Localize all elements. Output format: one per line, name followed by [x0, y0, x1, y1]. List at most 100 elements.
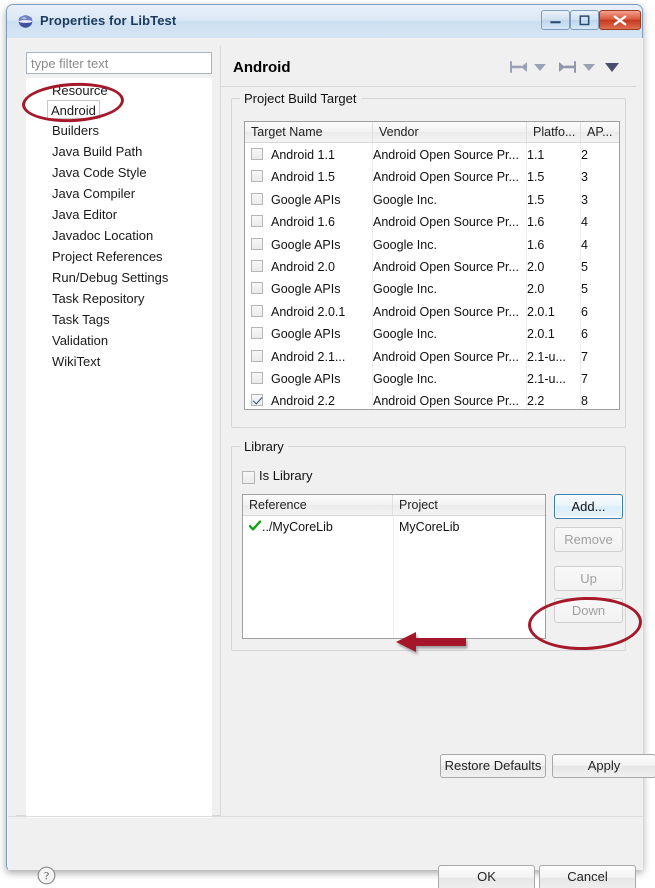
cell-platform: 1.6: [527, 237, 545, 252]
cell-api: 6: [581, 327, 588, 342]
column-header-reference[interactable]: Reference: [243, 495, 393, 515]
build-target-table[interactable]: Target Name Vendor Platfo... AP... Andro…: [244, 121, 620, 410]
cancel-button[interactable]: Cancel: [539, 865, 636, 888]
sidebar-item-java-code-style[interactable]: Java Code Style: [49, 163, 150, 182]
add-button[interactable]: Add...: [554, 494, 623, 519]
sidebar-item-builders[interactable]: Builders: [49, 121, 102, 140]
cell-target-name: Android 1.1: [271, 148, 335, 162]
column-header-vendor[interactable]: Vendor: [373, 122, 527, 142]
column-header-platform[interactable]: Platfo...: [527, 122, 581, 142]
cell-target-name: Android 2.0.1: [271, 304, 346, 319]
sidebar-item-android[interactable]: Android: [47, 100, 100, 119]
minimize-button[interactable]: [541, 10, 570, 30]
sidebar-item-task-repository[interactable]: Task Repository: [49, 289, 147, 308]
cell-platform: 1.6: [527, 215, 545, 230]
screenshot-root: Properties for LibTest type filter text …: [0, 0, 655, 888]
column-header-api[interactable]: AP...: [581, 122, 619, 142]
cell-target-name: Google APIs: [271, 192, 341, 207]
cell-reference: ../MyCoreLib: [262, 520, 333, 534]
cell-target-name: Google APIs: [271, 282, 341, 297]
library-reference-table[interactable]: Reference Project ../MyCoreLib MyCoreLib: [242, 494, 546, 639]
table-row[interactable]: Google APIs Google Inc. 2.1-u... 7: [245, 368, 619, 390]
sidebar-item-resource[interactable]: Resource: [49, 81, 111, 100]
cell-api: 7: [581, 349, 588, 364]
svg-text:?: ?: [44, 871, 49, 883]
row-checkbox[interactable]: [251, 304, 263, 317]
cell-vendor: Google Inc.: [373, 372, 437, 386]
cell-vendor: Android Open Source Pr...: [373, 148, 519, 162]
sidebar-item-task-tags[interactable]: Task Tags: [49, 310, 113, 329]
sidebar-item-javadoc-location[interactable]: Javadoc Location: [49, 226, 156, 245]
eclipse-sphere-icon: [18, 15, 33, 28]
cell-vendor: Android Open Source Pr...: [373, 349, 519, 364]
preferences-tree[interactable]: Resource Android Builders Java Build Pat…: [26, 78, 212, 818]
page-title: Android: [233, 59, 291, 76]
table-row[interactable]: Android 1.6 Android Open Source Pr... 1.…: [245, 211, 619, 233]
table-row[interactable]: Android 2.0.1 Android Open Source Pr... …: [245, 301, 619, 323]
cell-platform: 2.2: [527, 394, 545, 409]
row-checkbox[interactable]: [251, 372, 263, 384]
row-checkbox[interactable]: [251, 170, 263, 183]
cell-platform: 1.5: [527, 170, 545, 185]
restore-defaults-button[interactable]: Restore Defaults: [440, 754, 546, 778]
row-checkbox[interactable]: [251, 327, 263, 340]
cell-project: MyCoreLib: [399, 520, 460, 534]
table-row[interactable]: Google APIs Google Inc. 1.6 4: [245, 234, 619, 256]
cell-platform: 1.5: [527, 192, 545, 207]
up-button[interactable]: Up: [554, 566, 623, 591]
down-button[interactable]: Down: [554, 598, 623, 623]
back-arrow-icon: [510, 61, 527, 73]
table-row[interactable]: Google APIs Google Inc. 2.0 5: [245, 278, 619, 300]
sidebar-item-run-debug-settings[interactable]: Run/Debug Settings: [49, 268, 171, 287]
apply-button[interactable]: Apply: [552, 754, 655, 778]
cell-api: 6: [581, 304, 588, 319]
sidebar-item-java-compiler[interactable]: Java Compiler: [49, 184, 138, 203]
column-header-target-name[interactable]: Target Name: [245, 122, 373, 142]
sidebar-item-project-references[interactable]: Project References: [49, 247, 166, 266]
cell-vendor: Google Inc.: [373, 327, 437, 342]
row-checkbox[interactable]: [251, 192, 263, 205]
row-checkbox[interactable]: [251, 394, 263, 407]
table-row[interactable]: Google APIs Google Inc. 2.0.1 6: [245, 323, 619, 345]
is-library-label: Is Library: [259, 468, 313, 483]
cell-platform: 2.0: [527, 260, 545, 274]
sidebar-item-java-editor[interactable]: Java Editor: [49, 205, 120, 224]
close-button[interactable]: [599, 10, 641, 30]
table-row[interactable]: Android 2.0 Android Open Source Pr... 2.…: [245, 256, 619, 278]
list-item[interactable]: ../MyCoreLib MyCoreLib: [243, 517, 545, 537]
window-titlebar[interactable]: Properties for LibTest: [7, 5, 642, 38]
table-row[interactable]: Google APIs Google Inc. 1.5 3: [245, 189, 619, 211]
remove-button[interactable]: Remove: [554, 527, 623, 552]
row-checkbox[interactable]: [251, 215, 263, 228]
is-library-checkbox[interactable]: [242, 471, 255, 484]
page-title-divider: [221, 86, 636, 87]
sidebar-item-wikitext[interactable]: WikiText: [49, 352, 103, 371]
maximize-button[interactable]: [570, 10, 599, 30]
group-label-library: Library: [240, 439, 288, 454]
row-checkbox[interactable]: [251, 148, 263, 160]
sidebar-item-java-build-path[interactable]: Java Build Path: [49, 142, 145, 161]
table-row[interactable]: Android 1.1 Android Open Source Pr... 1.…: [245, 144, 619, 166]
cell-api: 8: [581, 394, 588, 409]
cell-target-name: Android 1.6: [271, 215, 335, 230]
row-checkbox[interactable]: [251, 282, 263, 295]
table-header-row: Target Name Vendor Platfo... AP...: [245, 122, 619, 143]
sidebar-item-validation[interactable]: Validation: [49, 331, 111, 350]
row-checkbox[interactable]: [251, 349, 263, 362]
row-checkbox[interactable]: [251, 260, 263, 272]
window-title: Properties for LibTest: [40, 13, 177, 28]
column-header-project[interactable]: Project: [393, 495, 545, 515]
table-row[interactable]: Android 2.1... Android Open Source Pr...…: [245, 346, 619, 368]
cell-vendor: Google Inc.: [373, 192, 437, 207]
row-checkbox[interactable]: [251, 237, 263, 250]
table-row[interactable]: Android 2.2 Android Open Source Pr... 2.…: [245, 390, 619, 409]
cell-target-name: Android 1.5: [271, 170, 335, 185]
properties-dialog-window: Properties for LibTest type filter text …: [6, 4, 655, 888]
forward-dropdown-icon: [583, 64, 595, 71]
ok-button[interactable]: OK: [438, 865, 535, 888]
cell-api: 2: [581, 148, 588, 162]
page-nav-icons[interactable]: [507, 56, 627, 78]
search-input[interactable]: type filter text: [26, 52, 212, 74]
help-question-icon[interactable]: ?: [37, 866, 56, 885]
table-row[interactable]: Android 1.5 Android Open Source Pr... 1.…: [245, 166, 619, 188]
